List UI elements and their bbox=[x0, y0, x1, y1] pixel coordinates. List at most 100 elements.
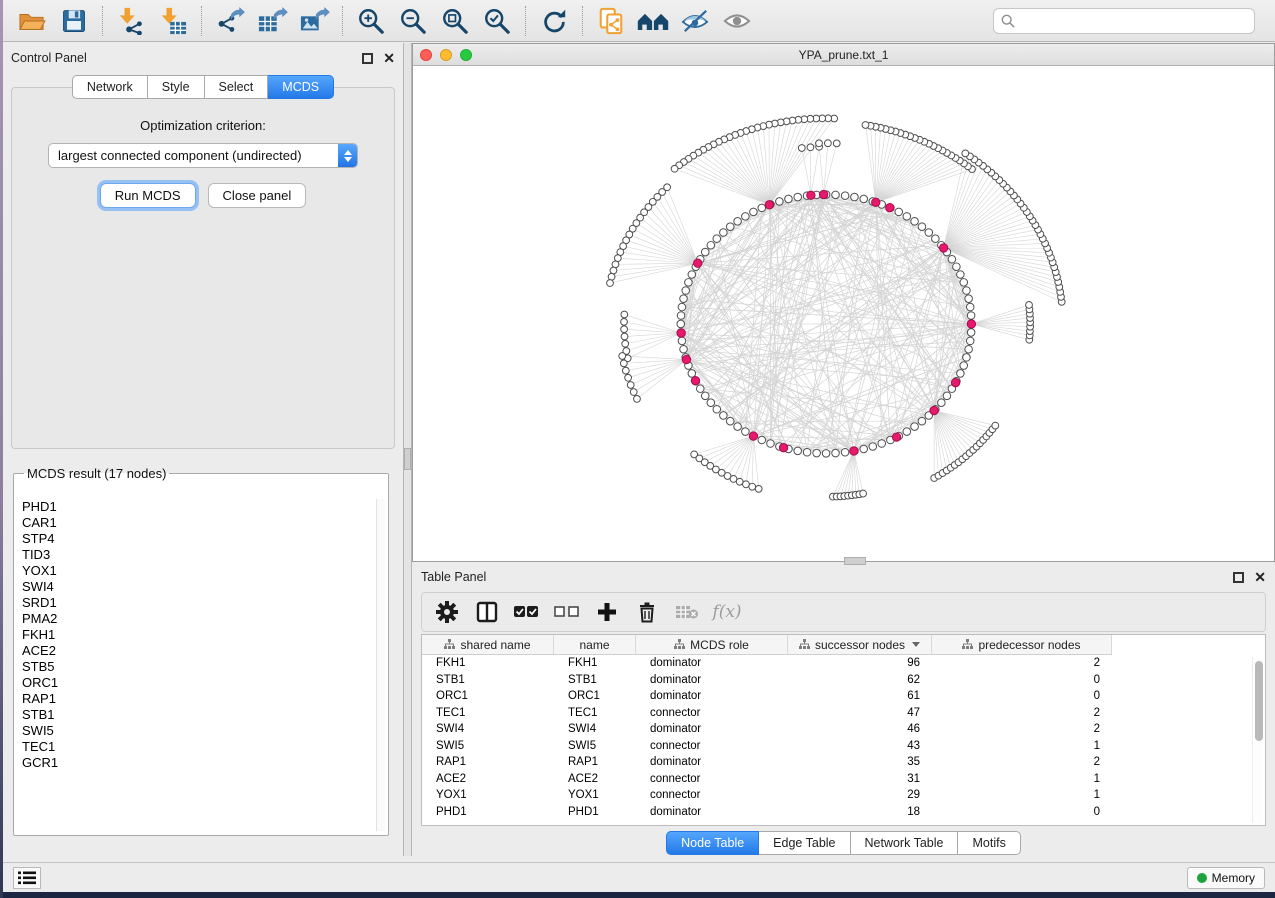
network-node[interactable] bbox=[992, 422, 999, 429]
mcds-result-item[interactable]: GCR1 bbox=[18, 755, 376, 771]
network-node[interactable] bbox=[943, 392, 951, 400]
mcds-result-item[interactable]: RAP1 bbox=[18, 691, 376, 707]
mcds-hub-node[interactable] bbox=[749, 432, 757, 440]
network-node[interactable] bbox=[742, 213, 750, 221]
network-node[interactable] bbox=[696, 385, 704, 393]
network-node[interactable] bbox=[965, 295, 973, 303]
splitter-grip[interactable] bbox=[404, 448, 411, 470]
table-tab-edge-table[interactable]: Edge Table bbox=[759, 831, 850, 855]
network-node[interactable] bbox=[925, 229, 933, 237]
search-field[interactable] bbox=[993, 8, 1255, 34]
network-node[interactable] bbox=[671, 165, 678, 172]
mcds-result-item[interactable]: SWI5 bbox=[18, 723, 376, 739]
mcds-result-item[interactable]: FKH1 bbox=[18, 627, 376, 643]
network-node[interactable] bbox=[824, 140, 831, 147]
network-node[interactable] bbox=[841, 192, 849, 200]
network-node[interactable] bbox=[720, 412, 728, 420]
network-node[interactable] bbox=[621, 318, 628, 325]
network-node[interactable] bbox=[803, 448, 811, 456]
mcds-hub-node[interactable] bbox=[765, 201, 773, 209]
tab-network[interactable]: Network bbox=[72, 75, 148, 99]
export-table-button[interactable] bbox=[251, 3, 293, 39]
mcds-hub-node[interactable] bbox=[819, 190, 827, 198]
network-node[interactable] bbox=[813, 449, 821, 457]
task-history-button[interactable] bbox=[13, 867, 41, 889]
network-node[interactable] bbox=[965, 345, 973, 353]
mcds-result-list[interactable]: PHD1CAR1STP4TID3YOX1SWI4SRD1PMA2FKH1ACE2… bbox=[18, 499, 376, 831]
table-row[interactable]: PHD1PHD1dominator180 bbox=[422, 804, 1112, 821]
horizontal-splitter-grip[interactable] bbox=[844, 557, 866, 565]
tab-mcds[interactable]: MCDS bbox=[268, 75, 334, 99]
network-node[interactable] bbox=[680, 345, 688, 353]
network-node[interactable] bbox=[701, 392, 709, 400]
mcds-hub-node[interactable] bbox=[930, 406, 938, 414]
network-node[interactable] bbox=[713, 235, 721, 243]
network-node[interactable] bbox=[726, 417, 734, 425]
network-node[interactable] bbox=[966, 337, 974, 345]
network-node[interactable] bbox=[720, 229, 728, 237]
column-header-name[interactable]: name bbox=[554, 635, 636, 654]
network-node[interactable] bbox=[742, 428, 750, 436]
mcds-hub-node[interactable] bbox=[939, 244, 947, 252]
duplicate-network-button[interactable] bbox=[590, 3, 632, 39]
mcds-hub-node[interactable] bbox=[892, 433, 900, 441]
network-node[interactable] bbox=[734, 423, 742, 431]
network-node[interactable] bbox=[621, 333, 628, 340]
column-header-MCDS-role[interactable]: MCDS role bbox=[636, 635, 788, 654]
network-node[interactable] bbox=[767, 440, 775, 448]
close-panel-button[interactable]: Close panel bbox=[208, 183, 307, 208]
network-node[interactable] bbox=[822, 450, 830, 458]
add-column-button[interactable] bbox=[594, 599, 620, 625]
mcds-list-scrollbar[interactable] bbox=[376, 499, 385, 831]
network-node[interactable] bbox=[755, 486, 762, 493]
table-row[interactable]: SWI5SWI5connector431 bbox=[422, 738, 1112, 755]
delete-column-button[interactable] bbox=[634, 599, 660, 625]
zoom-out-button[interactable] bbox=[392, 3, 434, 39]
zoom-selected-button[interactable] bbox=[476, 3, 518, 39]
table-options-button[interactable] bbox=[434, 599, 460, 625]
network-node[interactable] bbox=[688, 271, 696, 279]
network-node[interactable] bbox=[841, 448, 849, 456]
mcds-hub-node[interactable] bbox=[677, 329, 685, 337]
network-node[interactable] bbox=[701, 248, 709, 256]
network-node[interactable] bbox=[682, 287, 690, 295]
vertical-splitter[interactable] bbox=[403, 43, 412, 856]
network-node[interactable] bbox=[918, 417, 926, 425]
network-node[interactable] bbox=[938, 399, 946, 407]
show-all-button[interactable] bbox=[716, 3, 758, 39]
network-node[interactable] bbox=[911, 423, 919, 431]
network-node[interactable] bbox=[785, 195, 793, 203]
network-node[interactable] bbox=[680, 295, 688, 303]
network-node[interactable] bbox=[758, 436, 766, 444]
network-node[interactable] bbox=[707, 241, 715, 249]
mcds-hub-node[interactable] bbox=[951, 379, 959, 387]
network-node[interactable] bbox=[960, 279, 968, 287]
network-node[interactable] bbox=[678, 337, 686, 345]
table-scrollbar[interactable] bbox=[1252, 657, 1263, 823]
mcds-hub-node[interactable] bbox=[694, 259, 702, 267]
network-node[interactable] bbox=[621, 311, 628, 318]
mcds-result-item[interactable]: CAR1 bbox=[18, 515, 376, 531]
zoom-in-button[interactable] bbox=[350, 3, 392, 39]
mcds-result-item[interactable]: YOX1 bbox=[18, 563, 376, 579]
table-row[interactable]: ORC1ORC1dominator610 bbox=[422, 688, 1112, 705]
close-panel-icon[interactable]: ✕ bbox=[383, 53, 395, 64]
mcds-result-item[interactable]: TID3 bbox=[18, 547, 376, 563]
mcds-hub-node[interactable] bbox=[807, 191, 815, 199]
table-tab-motifs[interactable]: Motifs bbox=[958, 831, 1020, 855]
network-node[interactable] bbox=[903, 213, 911, 221]
network-node[interactable] bbox=[967, 312, 975, 320]
network-node[interactable] bbox=[878, 440, 886, 448]
network-node[interactable] bbox=[860, 445, 868, 453]
mcds-result-item[interactable]: PMA2 bbox=[18, 611, 376, 627]
network-node[interactable] bbox=[743, 481, 750, 488]
network-node[interactable] bbox=[833, 140, 840, 147]
network-node[interactable] bbox=[832, 449, 840, 457]
network-node[interactable] bbox=[953, 263, 961, 271]
import-table-button[interactable] bbox=[152, 3, 194, 39]
network-node[interactable] bbox=[607, 280, 614, 287]
column-header-shared-name[interactable]: shared name bbox=[422, 635, 554, 654]
select-all-button[interactable] bbox=[514, 599, 540, 625]
network-node[interactable] bbox=[776, 198, 784, 206]
network-node[interactable] bbox=[807, 144, 814, 151]
